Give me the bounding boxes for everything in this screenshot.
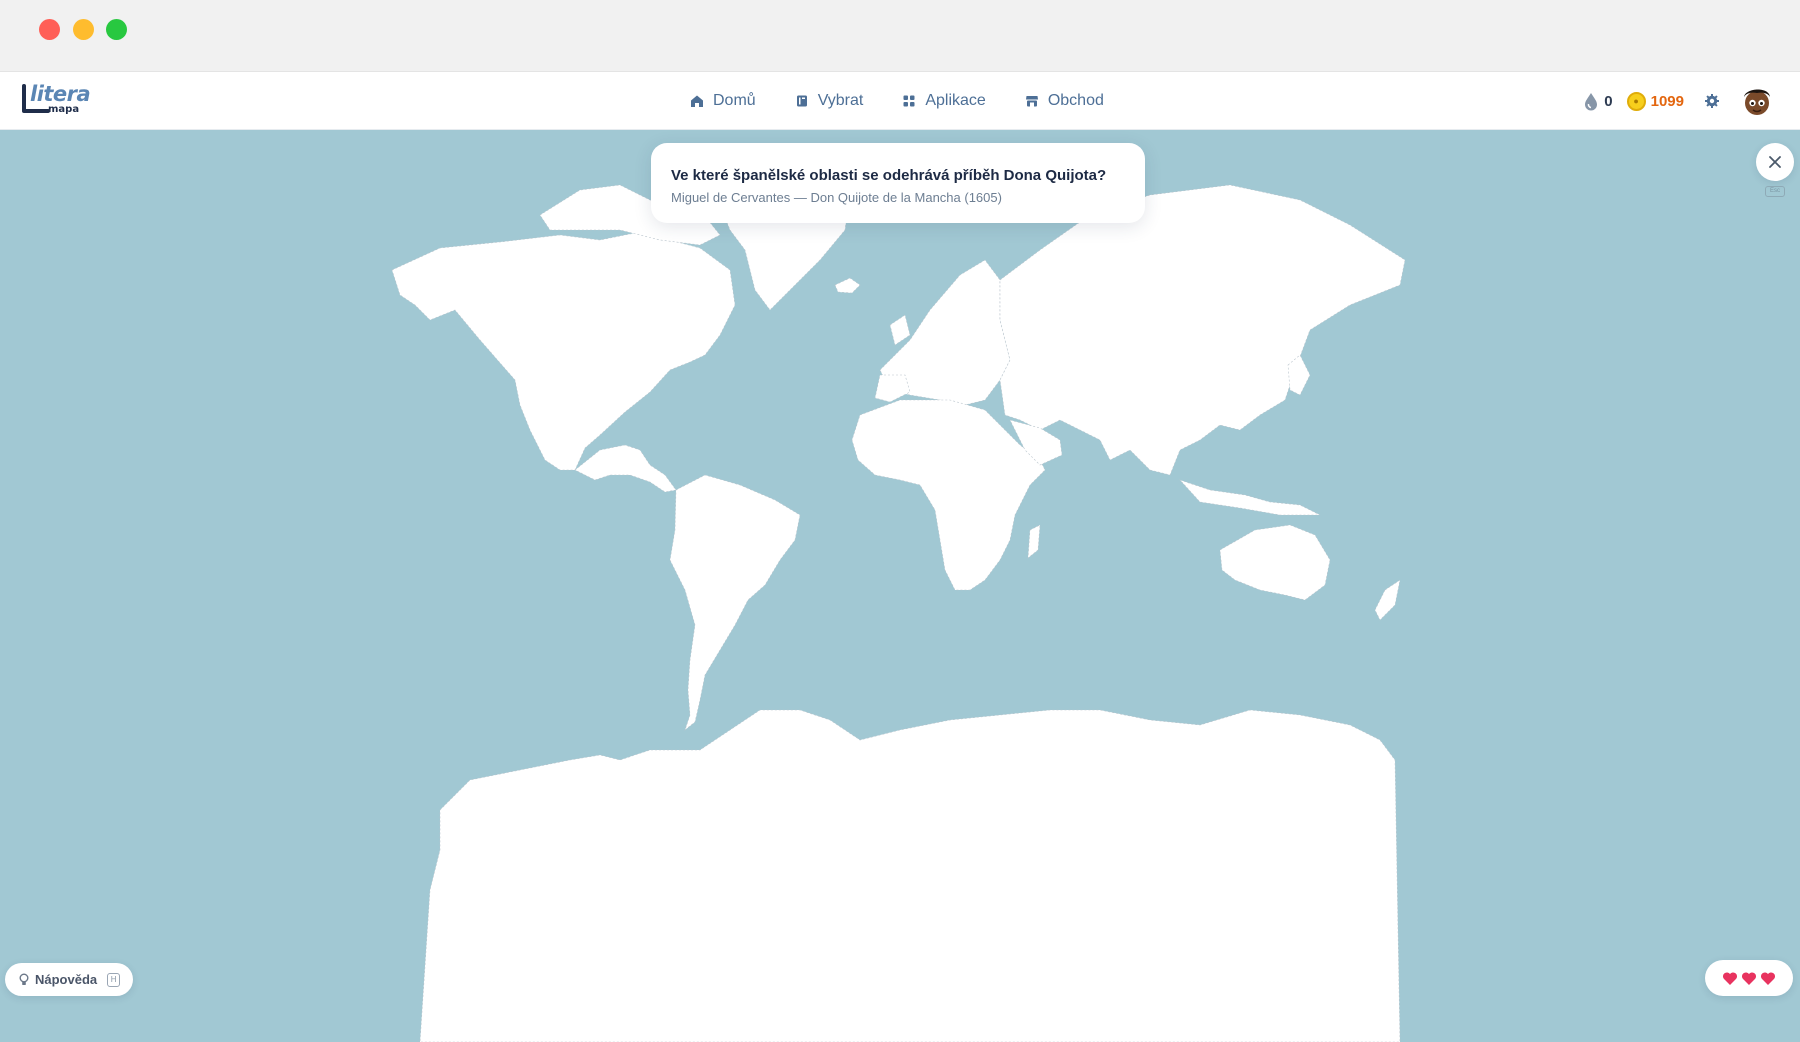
lives-indicator (1705, 960, 1793, 996)
landmass-asia (999, 184, 1406, 476)
landmass-iberia (874, 374, 911, 403)
nav-label-select: Vybrat (817, 92, 864, 109)
litera-mapa-logo[interactable]: litera mapa (22, 82, 91, 118)
landmass-indonesia (1179, 479, 1321, 516)
landmass-madagascar (1027, 524, 1041, 559)
drops-counter: 0 (1583, 92, 1613, 111)
landmass-iceland (834, 277, 861, 294)
heart-icon (1760, 971, 1776, 985)
nav-label-store: Obchod (1047, 92, 1104, 109)
nav-item-home[interactable]: Domů (690, 92, 756, 110)
avatar[interactable] (1740, 84, 1774, 118)
world-map-canvas[interactable] (0, 130, 1800, 1042)
landmass-north-america (391, 231, 736, 471)
top-navigation-bar: litera mapa Domů Vybrat Aplikace Obchod … (0, 72, 1800, 130)
esc-key-hint: Esc (1765, 186, 1785, 197)
coin-icon: ● (1626, 91, 1646, 111)
nav-item-select[interactable]: Vybrat (795, 92, 864, 110)
gear-icon[interactable] (1704, 93, 1720, 109)
nav-item-store[interactable]: Obchod (1025, 92, 1104, 110)
nav-item-apps[interactable]: Aplikace (902, 92, 986, 110)
question-source: Miguel de Cervantes — Don Quijote de la … (671, 190, 1002, 205)
heart-icon (1741, 971, 1757, 985)
landmass-british-isles (889, 314, 911, 346)
landmass-antarctica (419, 709, 1401, 1042)
question-card: Ve které španělské oblasti se odehrává p… (651, 143, 1145, 223)
nav-label-apps: Aplikace (925, 92, 986, 109)
main-nav: Domů Vybrat Aplikace Obchod (690, 72, 1104, 130)
close-icon (1769, 156, 1781, 168)
store-icon (1025, 96, 1038, 107)
close-quiz-button[interactable] (1756, 143, 1794, 181)
landmass-new-zealand (1374, 579, 1401, 621)
home-icon (691, 95, 703, 107)
window-maximize-button[interactable] (106, 19, 127, 40)
window-close-button[interactable] (39, 19, 60, 40)
hint-button[interactable]: Nápověda H (5, 963, 133, 996)
landmass-south-america (669, 474, 801, 731)
window-titlebar (0, 0, 1800, 72)
logo-text: litera (30, 82, 91, 106)
logo-mark-base (22, 109, 50, 113)
coins-counter: ● 1099 (1626, 91, 1684, 111)
coins-value: 1099 (1650, 92, 1684, 110)
hint-label: Nápověda (35, 972, 98, 987)
grid-icon (903, 95, 915, 107)
window-minimize-button[interactable] (73, 19, 94, 40)
lightbulb-icon (19, 973, 29, 985)
hint-key-badge: H (107, 972, 121, 987)
book-icon (796, 95, 807, 107)
landmass-australia (1219, 524, 1331, 601)
world-map[interactable] (0, 130, 1800, 1042)
drop-icon (1585, 92, 1598, 110)
logo-subtext: mapa (48, 104, 80, 115)
landmass-central-america (574, 444, 677, 493)
heart-icon (1722, 971, 1738, 985)
user-stats: 0 ● 1099 (1583, 72, 1774, 130)
nav-label-home: Domů (713, 92, 756, 109)
logo-mark (22, 84, 26, 112)
question-text: Ve které španělské oblasti se odehrává p… (671, 167, 1107, 184)
drops-value: 0 (1604, 92, 1613, 110)
